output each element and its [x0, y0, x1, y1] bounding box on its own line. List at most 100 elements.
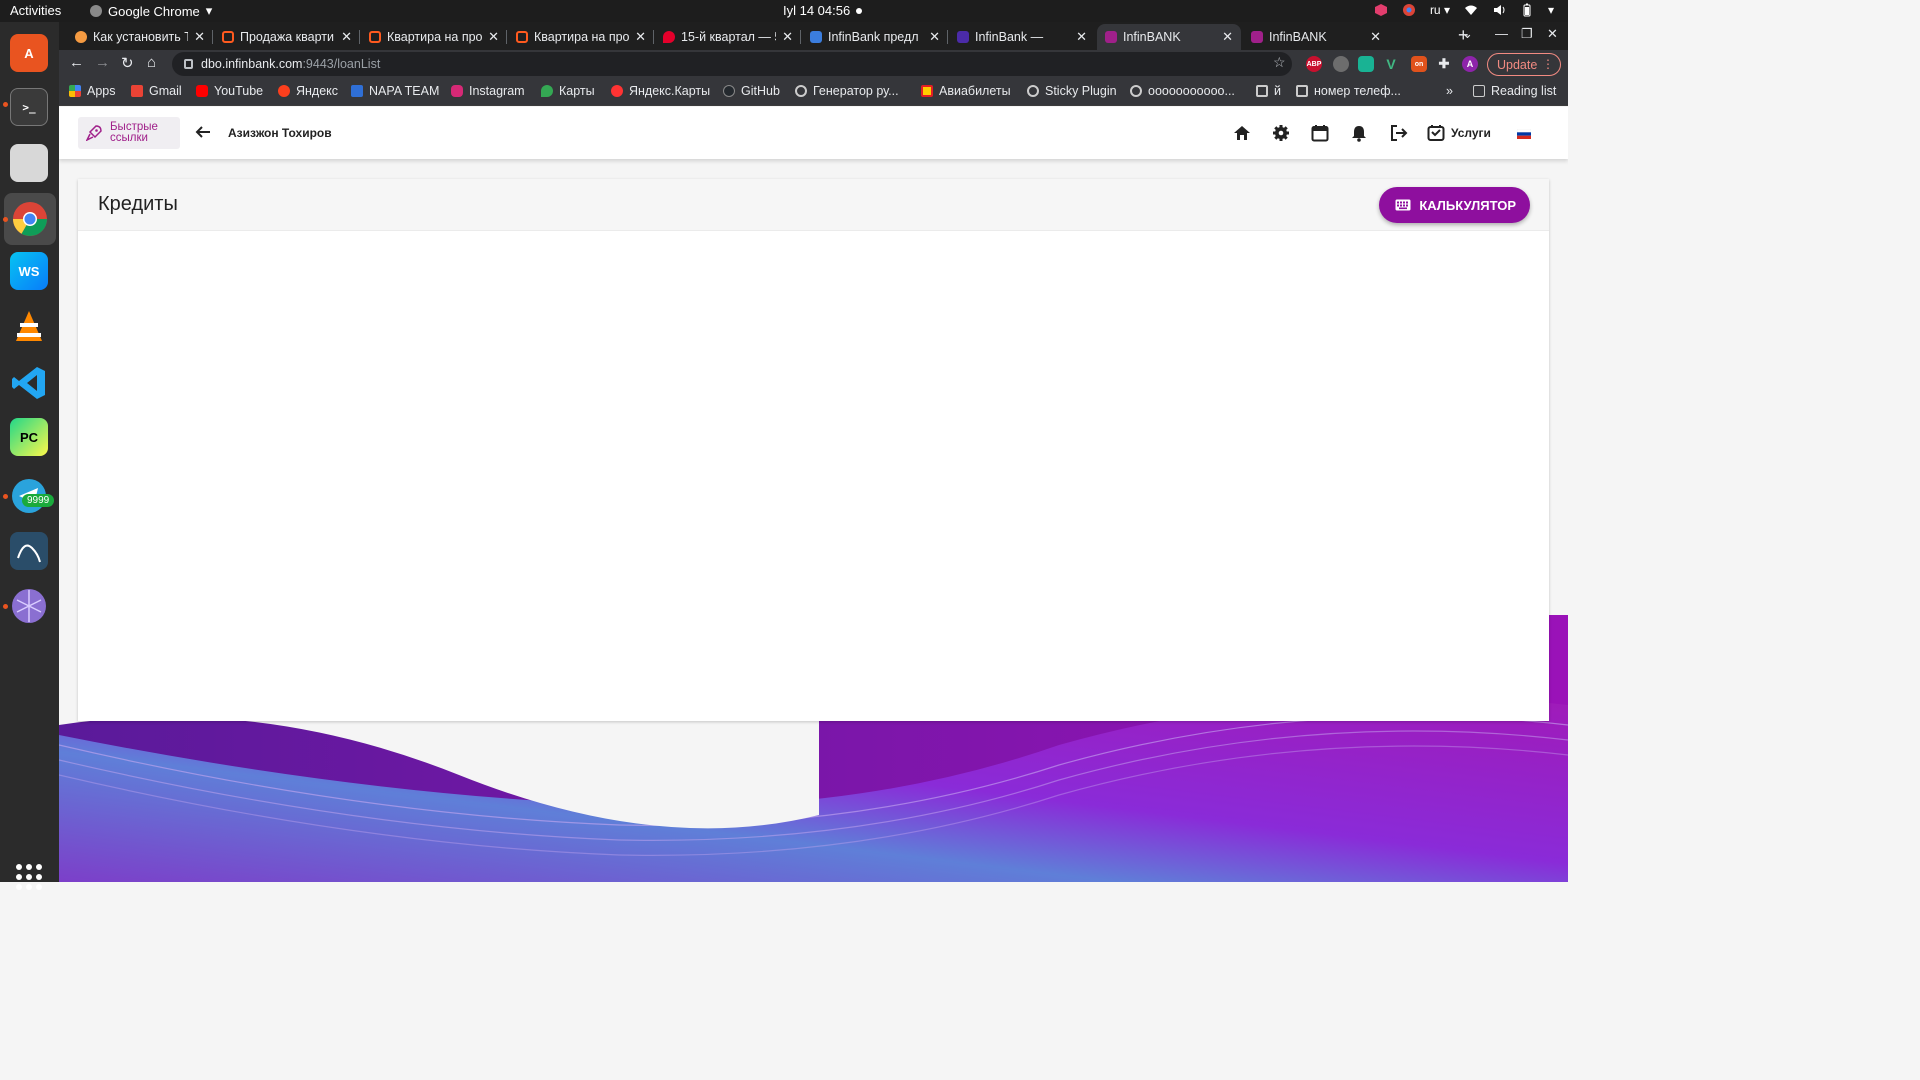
home-icon[interactable]: ⌂: [147, 54, 156, 71]
wifi-icon[interactable]: [1464, 3, 1478, 17]
bookmark-yandex-maps[interactable]: Яндекс.Карты: [611, 84, 710, 98]
files-icon[interactable]: [10, 144, 48, 182]
extensions-puzzle-icon[interactable]: ✚: [1436, 56, 1452, 72]
reload-icon[interactable]: ↻: [121, 54, 134, 72]
battery-icon[interactable]: [1520, 3, 1534, 17]
vlc-icon[interactable]: [10, 308, 48, 346]
mysql-workbench-icon[interactable]: [10, 532, 48, 570]
extension-icon[interactable]: on: [1411, 56, 1427, 72]
web-page: Быстрые ссылки Азизжон Тохиров Услуги Кр…: [59, 107, 1568, 882]
chrome-tray-icon[interactable]: [1402, 3, 1416, 17]
bookmarks-overflow-icon[interactable]: »: [1446, 84, 1453, 98]
tab[interactable]: 15-й квартал — 5 ✕: [655, 24, 801, 50]
tab[interactable]: Продажа кварти ✕: [214, 24, 360, 50]
kebab-menu-icon[interactable]: ⋮: [1542, 57, 1554, 71]
pycharm-icon[interactable]: PC: [10, 418, 48, 456]
bookmark-phone-number[interactable]: номер телеф...: [1296, 84, 1401, 98]
bookmark-napa-team[interactable]: NAPA TEAM: [351, 84, 439, 98]
bookmark-gmail[interactable]: Gmail: [131, 84, 182, 98]
tab-favicon-icon: [1251, 31, 1263, 43]
vue-devtools-icon[interactable]: V: [1383, 56, 1399, 72]
close-tab-icon[interactable]: ✕: [341, 29, 352, 45]
profile-avatar[interactable]: A: [1462, 56, 1478, 72]
power-menu-icon[interactable]: ▾: [1548, 3, 1554, 17]
reading-list-icon: [1473, 85, 1485, 97]
chrome-icon: [90, 5, 102, 17]
volume-icon[interactable]: [1492, 3, 1506, 17]
back-icon[interactable]: ←: [69, 54, 84, 71]
bell-icon[interactable]: [1350, 124, 1368, 142]
forward-icon[interactable]: →: [95, 54, 110, 71]
youtube-icon: [196, 85, 208, 97]
services-button[interactable]: Услуги: [1427, 124, 1491, 142]
bookmark-instagram[interactable]: Instagram: [451, 84, 525, 98]
back-arrow-icon[interactable]: [194, 123, 212, 141]
bookmark-star-icon[interactable]: ☆: [1273, 54, 1286, 71]
logout-icon[interactable]: [1390, 124, 1408, 142]
tab[interactable]: InfinBank — ✕: [949, 24, 1095, 50]
language-indicator[interactable]: ru ▾: [1430, 3, 1450, 17]
chevron-down-icon: ▾: [205, 3, 213, 18]
close-tab-icon[interactable]: ✕: [635, 29, 646, 45]
bookmark-maps[interactable]: Карты: [541, 84, 595, 98]
close-tab-icon[interactable]: ✕: [1370, 29, 1381, 45]
ubuntu-software-icon[interactable]: A: [10, 34, 48, 72]
tab-search-icon[interactable]: ⌄: [1462, 26, 1473, 42]
adblock-plus-icon[interactable]: ABP: [1306, 56, 1322, 72]
tab[interactable]: InfinBank предл ✕: [802, 24, 948, 50]
bookmark-oooo[interactable]: ооооооооооо...: [1130, 84, 1235, 98]
github-icon: [723, 85, 735, 97]
close-tab-icon[interactable]: ✕: [929, 29, 940, 45]
terminal-icon[interactable]: >_: [10, 88, 48, 126]
update-button[interactable]: Update ⋮: [1487, 53, 1561, 76]
home-icon[interactable]: [1233, 124, 1251, 142]
tray-app-icon[interactable]: [1374, 3, 1388, 17]
bookmark-github[interactable]: GitHub: [723, 84, 780, 98]
bookmark-apps[interactable]: Apps: [69, 84, 116, 98]
tab[interactable]: Квартира на про ✕: [508, 24, 654, 50]
tab-favicon-icon: [1105, 31, 1117, 43]
url-path: :9443/loanList: [302, 57, 381, 71]
show-applications-icon[interactable]: [16, 864, 42, 890]
notification-dot: [856, 8, 862, 14]
close-window-icon[interactable]: ✕: [1547, 26, 1558, 42]
bookmark-yandex[interactable]: Яндекс: [278, 84, 338, 98]
calculator-button[interactable]: КАЛЬКУЛЯТОР: [1379, 187, 1530, 223]
maximize-icon[interactable]: ❐: [1521, 26, 1533, 42]
reading-list-button[interactable]: Reading list: [1473, 84, 1556, 98]
network-tool-icon[interactable]: [10, 587, 48, 625]
close-tab-icon[interactable]: ✕: [1076, 29, 1087, 45]
chrome-dock-active[interactable]: [4, 193, 56, 245]
minimize-icon[interactable]: —: [1495, 26, 1508, 41]
bookmark-sticky-plugin[interactable]: Sticky Plugin: [1027, 84, 1117, 98]
url-host: dbo.infinbank.com: [201, 57, 303, 71]
tab[interactable]: InfinBANK ✕: [1243, 24, 1389, 50]
webstorm-icon[interactable]: WS: [10, 252, 48, 290]
close-tab-icon[interactable]: ✕: [782, 29, 793, 45]
app-menu[interactable]: Google Chrome ▾: [90, 3, 212, 19]
tab-active[interactable]: InfinBANK ✕: [1097, 24, 1241, 50]
russian-flag-icon[interactable]: [1517, 129, 1531, 139]
bookmark-site-icon: [1256, 85, 1268, 97]
clock[interactable]: Iyl 14 04:56: [783, 3, 850, 18]
vscode-icon[interactable]: [10, 364, 48, 402]
bookmark-aviabilety[interactable]: Авиабилеты: [921, 84, 1011, 98]
close-tab-icon[interactable]: ✕: [488, 29, 499, 45]
tab[interactable]: Квартира на про ✕: [361, 24, 507, 50]
running-indicator: [3, 102, 8, 107]
quick-links-button[interactable]: Быстрые ссылки: [78, 117, 180, 149]
extension-icon[interactable]: [1333, 56, 1349, 72]
extension-icon[interactable]: [1358, 56, 1374, 72]
settings-gear-icon[interactable]: [1272, 124, 1290, 142]
close-tab-icon[interactable]: ✕: [194, 29, 205, 45]
bookmark-generator[interactable]: Генератор ру...: [795, 84, 899, 98]
close-tab-icon[interactable]: ✕: [1222, 29, 1233, 45]
bookmark-youtube[interactable]: YouTube: [196, 84, 263, 98]
tab[interactable]: Как установить Т ✕: [67, 24, 213, 50]
activities-button[interactable]: Activities: [10, 3, 61, 18]
bookmark-i[interactable]: й: [1256, 84, 1281, 98]
address-bar[interactable]: dbo.infinbank.com:9443/loanList: [172, 52, 1292, 76]
page-title: Кредиты: [98, 193, 178, 215]
calendar-icon[interactable]: [1311, 124, 1329, 142]
chrome-icon: [13, 202, 47, 236]
